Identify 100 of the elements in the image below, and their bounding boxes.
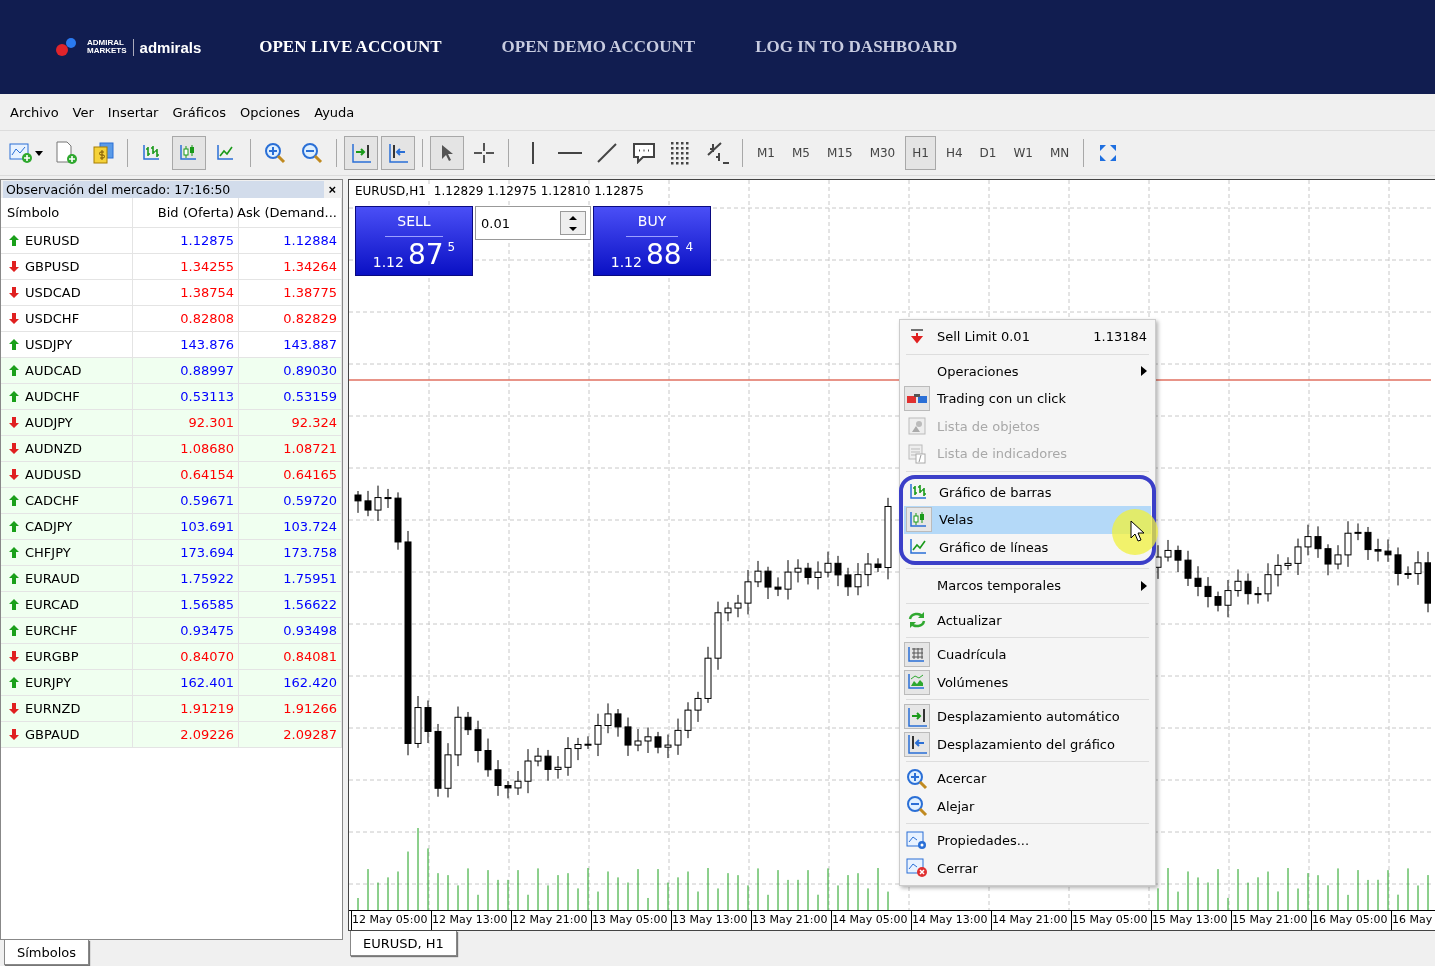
ask-cell: 0.84081 bbox=[239, 644, 342, 670]
up-arrow-icon bbox=[9, 391, 19, 402]
menu-item[interactable]: Ver bbox=[72, 104, 94, 120]
menu-option[interactable]: Gráfico de barras bbox=[904, 478, 1151, 506]
menu-option[interactable]: Volúmenes bbox=[902, 668, 1153, 696]
menu-option[interactable]: Cerrar bbox=[902, 854, 1153, 882]
ask-cell: 162.420 bbox=[239, 670, 342, 696]
cursor-button[interactable] bbox=[430, 136, 464, 170]
column-header[interactable]: Ask (Demand... bbox=[239, 198, 342, 228]
down-arrow-icon bbox=[9, 703, 19, 714]
symbol-name: USDCAD bbox=[25, 285, 81, 300]
zoom-in-icon bbox=[264, 142, 286, 164]
time-label: 13 May 21:00 bbox=[751, 911, 831, 930]
ask-cell: 1.56622 bbox=[239, 592, 342, 618]
menu-option[interactable]: Propiedades... bbox=[902, 827, 1153, 855]
logo[interactable]: ADMIRAL MARKETS admirals bbox=[55, 37, 202, 57]
symbol-name: AUDCAD bbox=[25, 363, 82, 378]
time-label: 12 May 05:00 bbox=[351, 911, 431, 930]
symbol-cell[interactable]: AUDCHF bbox=[1, 384, 133, 410]
auto-scroll-button[interactable] bbox=[344, 136, 378, 170]
symbol-cell[interactable]: CADCHF bbox=[1, 488, 133, 514]
symbol-cell[interactable]: EURGBP bbox=[1, 644, 133, 670]
symbol-cell[interactable]: EURNZD bbox=[1, 696, 133, 722]
nav-link[interactable]: OPEN LIVE ACCOUNT bbox=[259, 37, 442, 57]
ask-cell: 1.08721 bbox=[239, 436, 342, 462]
symbol-cell[interactable]: CADJPY bbox=[1, 514, 133, 540]
time-label: 16 May 05:00 bbox=[1311, 911, 1391, 930]
symbol-cell[interactable]: USDJPY bbox=[1, 332, 133, 358]
symbol-cell[interactable]: USDCAD bbox=[1, 280, 133, 306]
menu-option[interactable]: Trading con un click bbox=[902, 385, 1153, 413]
timeframe-button[interactable]: W1 bbox=[1006, 136, 1040, 170]
menu-option[interactable]: Desplazamiento automático bbox=[902, 703, 1153, 731]
symbol-name: CADJPY bbox=[25, 519, 73, 534]
column-header[interactable]: Símbolo bbox=[1, 198, 133, 228]
menu-item[interactable]: Insertar bbox=[107, 104, 159, 120]
symbols-tab[interactable]: Símbolos bbox=[4, 940, 90, 965]
bid-cell: 0.88997 bbox=[133, 358, 239, 384]
symbol-name: CADCHF bbox=[25, 493, 80, 508]
close-button[interactable]: × bbox=[324, 181, 340, 197]
fullscreen-icon bbox=[1099, 144, 1118, 162]
time-label: 15 May 13:00 bbox=[1151, 911, 1231, 930]
ask-cell: 0.89030 bbox=[239, 358, 342, 384]
menu-option[interactable]: Desplazamiento del gráfico bbox=[902, 730, 1153, 758]
timeframe-button[interactable]: M30 bbox=[862, 136, 903, 170]
chart-shift-icon bbox=[906, 733, 928, 756]
timeframe-button[interactable]: H4 bbox=[938, 136, 970, 170]
symbol-cell[interactable]: GBPAUD bbox=[1, 722, 133, 748]
bid-cell: 0.59671 bbox=[133, 488, 239, 514]
symbol-name: EURAUD bbox=[25, 571, 80, 586]
symbol-cell[interactable]: AUDNZD bbox=[1, 436, 133, 462]
spinner-icon[interactable] bbox=[560, 211, 586, 235]
refresh-icon bbox=[907, 611, 927, 630]
symbol-name: GBPAUD bbox=[25, 727, 80, 742]
chart-shift-icon bbox=[387, 142, 409, 164]
symbol-cell[interactable]: AUDUSD bbox=[1, 462, 133, 488]
nav-link[interactable]: LOG IN TO DASHBOARD bbox=[755, 37, 958, 57]
trendline-icon bbox=[596, 142, 618, 164]
symbol-cell[interactable]: AUDJPY bbox=[1, 410, 133, 436]
menu-item[interactable]: Gráficos bbox=[172, 104, 226, 120]
time-label: 14 May 21:00 bbox=[991, 911, 1071, 930]
menu-option[interactable]: Actualizar bbox=[902, 606, 1153, 634]
menu-option[interactable]: Sell Limit 0.01 1.13184 bbox=[902, 323, 1153, 351]
symbol-cell[interactable]: USDCHF bbox=[1, 306, 133, 332]
timeframe-button[interactable]: H1 bbox=[905, 136, 936, 170]
chart-shift-button[interactable] bbox=[381, 136, 415, 170]
timeframe-button[interactable]: M1 bbox=[750, 136, 782, 170]
symbol-cell[interactable]: EURCHF bbox=[1, 618, 133, 644]
bid-cell: 103.691 bbox=[133, 514, 239, 540]
menu-option[interactable]: Operaciones bbox=[902, 357, 1153, 385]
bid-cell: 1.56585 bbox=[133, 592, 239, 618]
timeframe-button[interactable]: MN bbox=[1042, 136, 1077, 170]
bid-cell: 1.38754 bbox=[133, 280, 239, 306]
up-arrow-icon bbox=[9, 677, 19, 688]
menu-option[interactable]: Acercar bbox=[902, 765, 1153, 793]
timeframe-button[interactable]: M15 bbox=[820, 136, 860, 170]
symbol-cell[interactable]: AUDCAD bbox=[1, 358, 133, 384]
candlestick-button[interactable] bbox=[172, 136, 206, 170]
symbol-cell[interactable]: EURCAD bbox=[1, 592, 133, 618]
timeframe-button[interactable]: D1 bbox=[972, 136, 1004, 170]
menu-option[interactable]: Marcos temporales bbox=[902, 572, 1153, 600]
ask-cell: 0.53159 bbox=[239, 384, 342, 410]
symbol-cell[interactable]: EURUSD bbox=[1, 228, 133, 254]
crosshair-icon bbox=[472, 141, 496, 165]
symbol-cell[interactable]: GBPUSD bbox=[1, 254, 133, 280]
timeframe-button[interactable]: M5 bbox=[785, 136, 817, 170]
chart-tab[interactable]: EURUSD, H1 bbox=[350, 931, 457, 956]
menu-option[interactable]: Cuadrícula bbox=[902, 641, 1153, 669]
up-arrow-icon bbox=[9, 495, 19, 506]
lot-size-field[interactable]: 0.01 bbox=[475, 206, 591, 240]
chart-close-icon bbox=[906, 858, 928, 879]
menu-item[interactable]: Archivo bbox=[10, 104, 59, 120]
menu-option[interactable]: Alejar bbox=[902, 792, 1153, 820]
menu-value: 1.13184 bbox=[1093, 329, 1147, 345]
nav-link[interactable]: OPEN DEMO ACCOUNT bbox=[501, 37, 696, 57]
symbol-cell[interactable]: EURJPY bbox=[1, 670, 133, 696]
symbol-cell[interactable]: EURAUD bbox=[1, 566, 133, 592]
menu-item[interactable]: Ayuda bbox=[314, 104, 355, 120]
bid-cell: 0.84070 bbox=[133, 644, 239, 670]
symbol-cell[interactable]: CHFJPY bbox=[1, 540, 133, 566]
menu-item[interactable]: Opciones bbox=[239, 104, 301, 120]
